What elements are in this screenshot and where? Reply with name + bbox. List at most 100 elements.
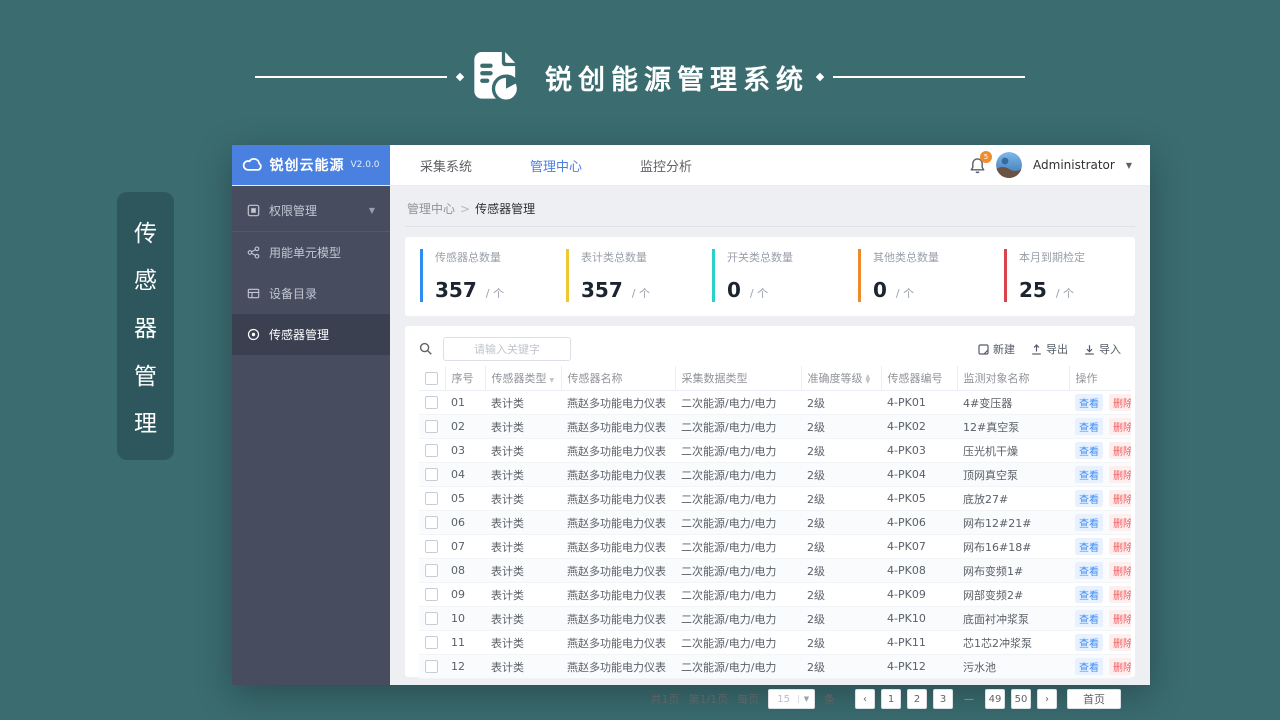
row-checkbox[interactable]: [425, 396, 438, 410]
cell-data-type: 二次能源/电力/电力: [675, 438, 801, 463]
sidebar-item-sensor-management[interactable]: 传感器管理: [232, 314, 390, 355]
stat-value: 25: [1019, 278, 1047, 302]
view-button[interactable]: 查看: [1075, 538, 1103, 555]
delete-button[interactable]: 删除: [1109, 394, 1131, 411]
cell-target: 网布12#21#: [957, 510, 1069, 535]
prev-page-button[interactable]: ‹: [855, 689, 875, 709]
delete-button[interactable]: 删除: [1109, 634, 1131, 651]
view-button[interactable]: 查看: [1075, 394, 1103, 411]
delete-button[interactable]: 删除: [1109, 466, 1131, 483]
cell-type: 表计类: [485, 654, 561, 679]
import-button[interactable]: 导入: [1084, 341, 1121, 357]
view-button[interactable]: 查看: [1075, 634, 1103, 651]
select-all-checkbox[interactable]: [425, 371, 438, 385]
pager: ‹ 1 2 3 — 49 50 › 首页: [855, 689, 1121, 709]
avatar[interactable]: [996, 152, 1023, 178]
search-input[interactable]: [443, 337, 571, 361]
cell-name: 燕赵多功能电力仪表: [561, 534, 675, 559]
delete-button[interactable]: 删除: [1109, 418, 1131, 435]
stat-unit: / 个: [631, 287, 650, 300]
table-card: 新建 导出 导入: [405, 326, 1135, 709]
stat-value: 357: [581, 278, 623, 302]
export-button[interactable]: 导出: [1031, 341, 1068, 357]
page-number-button[interactable]: 49: [985, 689, 1005, 709]
page-number-button[interactable]: 2: [907, 689, 927, 709]
delete-button[interactable]: 删除: [1109, 610, 1131, 627]
view-button[interactable]: 查看: [1075, 514, 1103, 531]
pager-pages: 1 2 3 — 49 50: [881, 689, 1031, 709]
nav-tab-management[interactable]: 管理中心: [530, 156, 582, 175]
create-button[interactable]: 新建: [978, 341, 1015, 357]
row-checkbox[interactable]: [425, 444, 438, 458]
sensor-icon: [247, 328, 260, 341]
nav-tab-collection[interactable]: 采集系统: [420, 156, 472, 175]
cell-no: 11: [445, 630, 485, 655]
row-checkbox[interactable]: [425, 588, 438, 602]
view-button[interactable]: 查看: [1075, 562, 1103, 579]
notification-bell-icon[interactable]: 5: [970, 150, 993, 174]
chevron-down-icon[interactable]: ▼: [1126, 161, 1132, 170]
cell-name: 燕赵多功能电力仪表: [561, 486, 675, 511]
table-row: 05 表计类 燕赵多功能电力仪表 二次能源/电力/电力 2级 4-PK05 底放…: [419, 486, 1131, 511]
cell-accuracy: 2级: [801, 534, 881, 559]
sort-icon[interactable]: ▲ ▼: [866, 374, 871, 385]
view-button[interactable]: 查看: [1075, 466, 1103, 483]
row-checkbox[interactable]: [425, 468, 438, 482]
cell-accuracy: 2级: [801, 558, 881, 583]
filter-icon[interactable]: ▼: [550, 377, 555, 384]
column-header-accuracy[interactable]: 准确度等级 ▲ ▼: [801, 366, 882, 391]
page-number-button[interactable]: 50: [1011, 689, 1031, 709]
stat-value: 0: [727, 278, 741, 302]
user-name[interactable]: Administrator: [1033, 158, 1115, 172]
cell-code: 4-PK01: [881, 390, 957, 415]
breadcrumb-parent[interactable]: 管理中心: [407, 202, 455, 216]
page-number-button[interactable]: 3: [933, 689, 953, 709]
cell-accuracy: 2级: [801, 582, 881, 607]
row-checkbox[interactable]: [425, 636, 438, 650]
sidebar-item-permissions[interactable]: 权限管理 ▼: [232, 190, 390, 232]
delete-button[interactable]: 删除: [1109, 538, 1131, 555]
row-checkbox[interactable]: [425, 612, 438, 626]
nav-tab-monitoring[interactable]: 监控分析: [640, 156, 692, 175]
row-checkbox[interactable]: [425, 420, 438, 434]
cell-accuracy: 2级: [801, 510, 881, 535]
delete-button[interactable]: 删除: [1109, 514, 1131, 531]
per-page-unit: 条: [824, 693, 835, 706]
chevron-down-icon: ▼: [798, 695, 814, 703]
delete-button[interactable]: 删除: [1109, 490, 1131, 507]
sidebar-item-device-catalog[interactable]: 设备目录: [232, 273, 390, 314]
delete-button[interactable]: 删除: [1109, 562, 1131, 579]
cell-name: 燕赵多功能电力仪表: [561, 558, 675, 583]
sidebar-item-energy-unit-model[interactable]: 用能单元模型: [232, 232, 390, 273]
column-header-type[interactable]: 传感器类型 ▼: [485, 366, 562, 391]
view-button[interactable]: 查看: [1075, 658, 1103, 675]
page-number-button[interactable]: 1: [881, 689, 901, 709]
delete-button[interactable]: 删除: [1109, 442, 1131, 459]
page-title: 锐创能源管理系统: [545, 64, 809, 96]
next-page-button[interactable]: ›: [1037, 689, 1057, 709]
delete-button[interactable]: 删除: [1109, 586, 1131, 603]
per-page-select[interactable]: 15 ▼: [768, 689, 815, 709]
column-header-target: 监测对象名称: [957, 366, 1070, 391]
cell-code: 4-PK10: [881, 606, 957, 631]
row-checkbox[interactable]: [425, 540, 438, 554]
home-page-button[interactable]: 首页: [1067, 689, 1121, 709]
view-button[interactable]: 查看: [1075, 586, 1103, 603]
cell-type: 表计类: [485, 534, 561, 559]
sensor-table: 序号 传感器类型 ▼ 传感器名称 采集数据类型 准确度等级 ▲ ▼ 传感器编号 监测对…: [419, 366, 1131, 679]
view-button[interactable]: 查看: [1075, 490, 1103, 507]
row-checkbox[interactable]: [425, 516, 438, 530]
row-checkbox[interactable]: [425, 564, 438, 578]
breadcrumb-current: 传感器管理: [475, 202, 536, 216]
delete-button[interactable]: 删除: [1109, 658, 1131, 675]
view-button[interactable]: 查看: [1075, 418, 1103, 435]
row-checkbox[interactable]: [425, 492, 438, 506]
cell-no: 06: [445, 510, 485, 535]
cell-accuracy: 2级: [801, 390, 881, 415]
total-pages: 共1页: [650, 693, 680, 706]
decor-line-left: [255, 76, 447, 78]
table-header-row: 序号 传感器类型 ▼ 传感器名称 采集数据类型 准确度等级 ▲ ▼ 传感器编号 监测对…: [419, 366, 1131, 391]
view-button[interactable]: 查看: [1075, 610, 1103, 627]
row-checkbox[interactable]: [425, 660, 438, 674]
view-button[interactable]: 查看: [1075, 442, 1103, 459]
